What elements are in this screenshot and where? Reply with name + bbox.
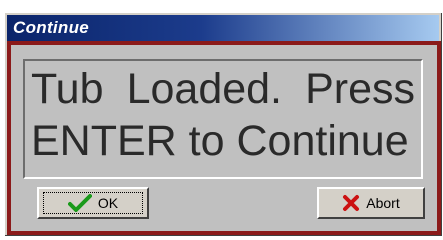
- title-bar[interactable]: Continue: [7, 15, 439, 41]
- abort-button-label: Abort: [366, 195, 400, 211]
- ok-button-label: OK: [97, 195, 119, 211]
- abort-button[interactable]: Abort: [317, 187, 425, 219]
- ok-button[interactable]: OK: [37, 187, 149, 219]
- message-line-1: Tub Loaded. Press: [31, 65, 415, 113]
- x-icon: [342, 194, 360, 212]
- window-title: Continue: [13, 18, 90, 37]
- focus-ring: [43, 192, 143, 214]
- message-line-2: ENTER to Continue: [31, 117, 409, 165]
- dialog-frame: Tub Loaded. Press ENTER to Continue OK A…: [7, 41, 441, 235]
- continue-dialog: Continue Tub Loaded. Press ENTER to Cont…: [4, 12, 442, 236]
- message-panel: Tub Loaded. Press ENTER to Continue: [23, 59, 423, 179]
